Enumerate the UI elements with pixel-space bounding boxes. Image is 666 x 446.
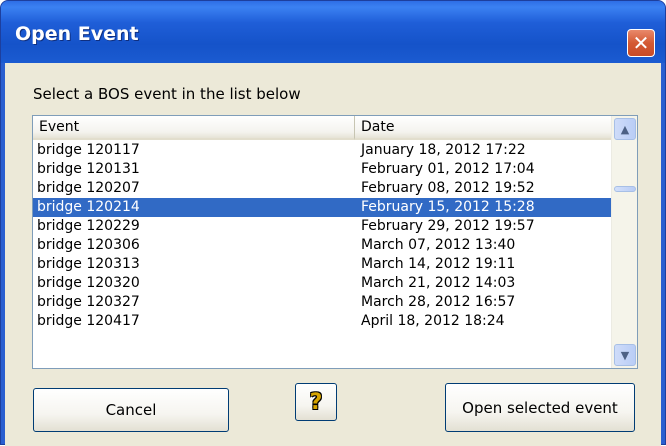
event-date: April 18, 2012 18:24 [361,313,505,329]
list-header: Event Date [33,116,611,140]
event-name: bridge 120327 [37,294,140,310]
title-bar[interactable]: Open Event ✕ [1,1,665,63]
event-date: February 08, 2012 19:52 [361,180,535,196]
event-name: bridge 120214 [37,199,140,215]
cancel-button-label: Cancel [105,401,157,419]
event-name: bridge 120229 [37,218,140,234]
event-date: February 29, 2012 19:57 [361,218,535,234]
close-button[interactable]: ✕ [627,29,655,57]
event-date: February 15, 2012 15:28 [361,199,535,215]
list-item[interactable]: bridge 120229 February 29, 2012 19:57 [33,217,611,236]
list-item[interactable]: bridge 120313 March 14, 2012 19:11 [33,255,611,274]
list-item[interactable]: bridge 120320 March 21, 2012 14:03 [33,274,611,293]
scroll-up-button[interactable]: ▲ [614,118,636,140]
dialog-body: Select a BOS event in the list below Eve… [5,63,661,446]
event-name: bridge 120117 [37,142,140,158]
event-name: bridge 120131 [37,161,140,177]
chevron-down-icon: ▼ [620,348,630,362]
cancel-button[interactable]: Cancel [33,388,229,432]
event-name: bridge 120417 [37,313,140,329]
event-date: January 18, 2012 17:22 [361,142,526,158]
open-button-label: Open selected event [462,398,618,417]
instruction-label: Select a BOS event in the list below [33,85,301,103]
list-item[interactable]: bridge 120207 February 08, 2012 19:52 [33,179,611,198]
column-header-event[interactable]: Event [33,116,355,140]
event-name: bridge 120313 [37,256,140,272]
list-item-selected[interactable]: bridge 120214 February 15, 2012 15:28 [33,198,611,217]
event-date: March 28, 2012 16:57 [361,294,516,310]
event-name: bridge 120320 [37,275,140,291]
list-item[interactable]: bridge 120327 March 28, 2012 16:57 [33,293,611,312]
vertical-scrollbar[interactable]: ▲ ▼ [611,116,637,368]
list-item[interactable]: bridge 120117 January 18, 2012 17:22 [33,141,611,160]
event-date: March 07, 2012 13:40 [361,237,516,253]
scroll-down-button[interactable]: ▼ [614,344,636,366]
list-rows: bridge 120117 January 18, 2012 17:22 bri… [33,141,611,331]
list-item[interactable]: bridge 120131 February 01, 2012 17:04 [33,160,611,179]
event-name: bridge 120306 [37,237,140,253]
help-button[interactable]: ? [295,383,337,421]
list-item[interactable]: bridge 120306 March 07, 2012 13:40 [33,236,611,255]
chevron-up-icon: ▲ [620,122,630,136]
dialog-title: Open Event [15,23,139,45]
scrollbar-thumb[interactable] [614,186,636,192]
event-date: March 21, 2012 14:03 [361,275,516,291]
question-mark-icon: ? [309,389,323,415]
column-header-date[interactable]: Date [355,116,611,140]
event-name: bridge 120207 [37,180,140,196]
event-date: March 14, 2012 19:11 [361,256,516,272]
list-item[interactable]: bridge 120417 April 18, 2012 18:24 [33,312,611,331]
open-selected-event-button[interactable]: Open selected event [445,383,635,432]
close-icon: ✕ [632,31,650,55]
event-list[interactable]: Event Date bridge 120117 January 18, 201… [32,115,638,369]
open-event-dialog: Open Event ✕ Select a BOS event in the l… [0,0,666,446]
event-date: February 01, 2012 17:04 [361,161,535,177]
